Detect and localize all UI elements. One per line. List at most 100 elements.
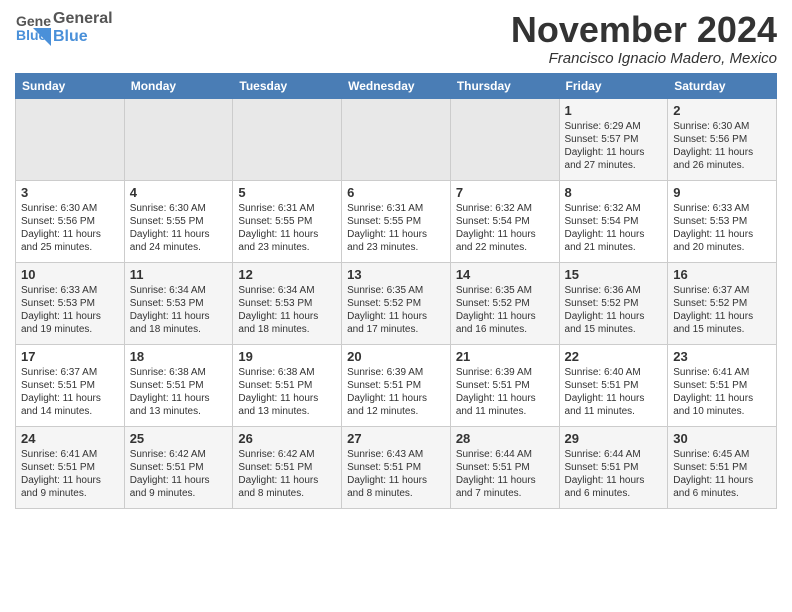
cell-text: Sunrise: 6:38 AM — [238, 366, 336, 379]
cell-text: Sunset: 5:52 PM — [673, 297, 771, 310]
cell-text: Sunset: 5:51 PM — [21, 461, 119, 474]
page: General Blue General Blue November 2024 … — [0, 0, 792, 524]
table-row: 17Sunrise: 6:37 AMSunset: 5:51 PMDayligh… — [16, 344, 125, 426]
day-number: 22 — [565, 349, 663, 364]
cell-text: Sunrise: 6:44 AM — [565, 448, 663, 461]
table-row: 5Sunrise: 6:31 AMSunset: 5:55 PMDaylight… — [233, 180, 342, 262]
calendar-header-row: Sunday Monday Tuesday Wednesday Thursday… — [16, 73, 777, 98]
table-row: 2Sunrise: 6:30 AMSunset: 5:56 PMDaylight… — [668, 98, 777, 180]
day-number: 15 — [565, 267, 663, 282]
cell-text: Daylight: 11 hours — [565, 228, 663, 241]
cell-text: and 17 minutes. — [347, 323, 445, 336]
cell-text: Sunset: 5:51 PM — [673, 461, 771, 474]
cell-text: and 18 minutes. — [130, 323, 228, 336]
cell-text: Sunset: 5:57 PM — [565, 133, 663, 146]
table-row: 8Sunrise: 6:32 AMSunset: 5:54 PMDaylight… — [559, 180, 668, 262]
cell-text: Daylight: 11 hours — [347, 392, 445, 405]
cell-text: and 15 minutes. — [565, 323, 663, 336]
calendar-week-row: 1Sunrise: 6:29 AMSunset: 5:57 PMDaylight… — [16, 98, 777, 180]
cell-text: Sunset: 5:51 PM — [130, 379, 228, 392]
day-number: 25 — [130, 431, 228, 446]
cell-text: Sunset: 5:53 PM — [238, 297, 336, 310]
logo-line1: General — [53, 10, 113, 28]
cell-text: Daylight: 11 hours — [347, 310, 445, 323]
table-row: 19Sunrise: 6:38 AMSunset: 5:51 PMDayligh… — [233, 344, 342, 426]
table-row: 7Sunrise: 6:32 AMSunset: 5:54 PMDaylight… — [450, 180, 559, 262]
day-number: 1 — [565, 103, 663, 118]
day-number: 19 — [238, 349, 336, 364]
cell-text: Daylight: 11 hours — [456, 310, 554, 323]
day-number: 18 — [130, 349, 228, 364]
cell-text: Sunset: 5:55 PM — [130, 215, 228, 228]
cell-text: Sunrise: 6:33 AM — [21, 284, 119, 297]
table-row: 22Sunrise: 6:40 AMSunset: 5:51 PMDayligh… — [559, 344, 668, 426]
table-row — [16, 98, 125, 180]
cell-text: Daylight: 11 hours — [565, 392, 663, 405]
cell-text: Sunrise: 6:30 AM — [673, 120, 771, 133]
cell-text: and 16 minutes. — [456, 323, 554, 336]
table-row: 28Sunrise: 6:44 AMSunset: 5:51 PMDayligh… — [450, 426, 559, 508]
cell-text: Sunrise: 6:34 AM — [238, 284, 336, 297]
cell-text: and 9 minutes. — [21, 487, 119, 500]
cell-text: Sunset: 5:51 PM — [565, 461, 663, 474]
month-title: November 2024 — [511, 10, 777, 50]
day-number: 21 — [456, 349, 554, 364]
cell-text: Daylight: 11 hours — [130, 392, 228, 405]
cell-text: Sunrise: 6:36 AM — [565, 284, 663, 297]
table-row: 27Sunrise: 6:43 AMSunset: 5:51 PMDayligh… — [342, 426, 451, 508]
cell-text: Sunrise: 6:33 AM — [673, 202, 771, 215]
cell-text: Sunset: 5:53 PM — [21, 297, 119, 310]
table-row: 29Sunrise: 6:44 AMSunset: 5:51 PMDayligh… — [559, 426, 668, 508]
table-row: 10Sunrise: 6:33 AMSunset: 5:53 PMDayligh… — [16, 262, 125, 344]
title-area: November 2024 Francisco Ignacio Madero, … — [511, 10, 777, 67]
cell-text: and 24 minutes. — [130, 241, 228, 254]
cell-text: Sunset: 5:51 PM — [238, 461, 336, 474]
cell-text: and 23 minutes. — [238, 241, 336, 254]
cell-text: Sunset: 5:52 PM — [456, 297, 554, 310]
cell-text: and 8 minutes. — [238, 487, 336, 500]
cell-text: Sunrise: 6:43 AM — [347, 448, 445, 461]
day-number: 6 — [347, 185, 445, 200]
cell-text: Sunset: 5:53 PM — [673, 215, 771, 228]
calendar-week-row: 3Sunrise: 6:30 AMSunset: 5:56 PMDaylight… — [16, 180, 777, 262]
cell-text: Sunset: 5:54 PM — [565, 215, 663, 228]
table-row: 15Sunrise: 6:36 AMSunset: 5:52 PMDayligh… — [559, 262, 668, 344]
cell-text: and 25 minutes. — [21, 241, 119, 254]
table-row: 13Sunrise: 6:35 AMSunset: 5:52 PMDayligh… — [342, 262, 451, 344]
table-row: 26Sunrise: 6:42 AMSunset: 5:51 PMDayligh… — [233, 426, 342, 508]
table-row: 16Sunrise: 6:37 AMSunset: 5:52 PMDayligh… — [668, 262, 777, 344]
cell-text: Daylight: 11 hours — [238, 228, 336, 241]
cell-text: and 21 minutes. — [565, 241, 663, 254]
cell-text: Sunset: 5:52 PM — [347, 297, 445, 310]
cell-text: Daylight: 11 hours — [347, 228, 445, 241]
cell-text: Daylight: 11 hours — [238, 310, 336, 323]
cell-text: Sunrise: 6:41 AM — [673, 366, 771, 379]
table-row — [233, 98, 342, 180]
day-number: 14 — [456, 267, 554, 282]
table-row: 30Sunrise: 6:45 AMSunset: 5:51 PMDayligh… — [668, 426, 777, 508]
cell-text: Sunrise: 6:39 AM — [347, 366, 445, 379]
cell-text: Sunset: 5:51 PM — [347, 379, 445, 392]
cell-text: Sunset: 5:54 PM — [456, 215, 554, 228]
cell-text: Daylight: 11 hours — [456, 474, 554, 487]
cell-text: and 22 minutes. — [456, 241, 554, 254]
cell-text: Daylight: 11 hours — [21, 310, 119, 323]
table-row: 21Sunrise: 6:39 AMSunset: 5:51 PMDayligh… — [450, 344, 559, 426]
cell-text: and 18 minutes. — [238, 323, 336, 336]
cell-text: Sunrise: 6:35 AM — [456, 284, 554, 297]
cell-text: Sunset: 5:51 PM — [21, 379, 119, 392]
cell-text: Daylight: 11 hours — [565, 474, 663, 487]
cell-text: and 12 minutes. — [347, 405, 445, 418]
cell-text: and 10 minutes. — [673, 405, 771, 418]
cell-text: Daylight: 11 hours — [130, 474, 228, 487]
logo-area: General Blue General Blue — [15, 10, 113, 46]
col-sunday: Sunday — [16, 73, 125, 98]
cell-text: Daylight: 11 hours — [673, 392, 771, 405]
cell-text: Daylight: 11 hours — [565, 146, 663, 159]
cell-text: Daylight: 11 hours — [673, 146, 771, 159]
table-row: 12Sunrise: 6:34 AMSunset: 5:53 PMDayligh… — [233, 262, 342, 344]
table-row: 1Sunrise: 6:29 AMSunset: 5:57 PMDaylight… — [559, 98, 668, 180]
day-number: 24 — [21, 431, 119, 446]
day-number: 13 — [347, 267, 445, 282]
table-row: 4Sunrise: 6:30 AMSunset: 5:55 PMDaylight… — [124, 180, 233, 262]
